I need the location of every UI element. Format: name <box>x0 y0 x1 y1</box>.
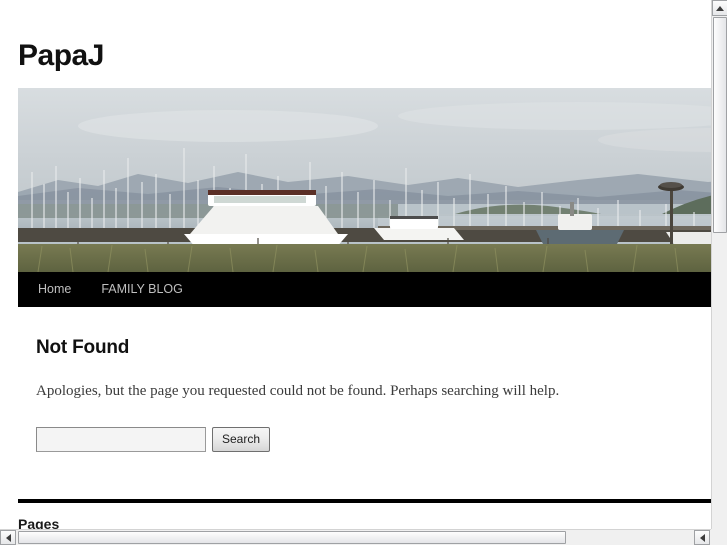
main-content: Not Found Apologies, but the page you re… <box>18 307 711 452</box>
primary-navigation[interactable]: Home FAMILY BLOG <box>18 272 711 307</box>
triangle-left-icon <box>5 533 11 542</box>
web-page: PapaJ A private <box>0 0 711 529</box>
site-header: PapaJ A private <box>0 0 711 92</box>
scroll-up-button[interactable] <box>712 0 727 16</box>
not-found-message: Apologies, but the page you requested co… <box>36 383 560 399</box>
site-title[interactable]: PapaJ <box>18 41 104 71</box>
nav-item-family-blog[interactable]: FAMILY BLOG <box>101 283 183 296</box>
browser-viewport: PapaJ A private <box>0 0 711 529</box>
search-form[interactable]: Search <box>36 426 711 452</box>
scrollbar-corner <box>711 529 727 545</box>
footer-divider <box>18 498 711 503</box>
page-title: Not Found <box>36 337 130 358</box>
nav-item-home[interactable]: Home <box>38 283 71 296</box>
vertical-scrollbar-thumb[interactable] <box>713 17 727 233</box>
vertical-scrollbar[interactable] <box>711 0 727 529</box>
horizontal-scrollbar-thumb[interactable] <box>18 531 566 544</box>
scroll-left-button-start[interactable] <box>0 530 16 545</box>
banner-image <box>18 88 711 272</box>
scroll-left-button[interactable] <box>694 530 710 545</box>
search-input[interactable] <box>36 426 206 452</box>
horizontal-scrollbar[interactable] <box>0 529 727 545</box>
triangle-left-icon-end <box>699 533 705 542</box>
search-submit-button[interactable]: Search <box>212 426 271 452</box>
footer-widget-heading: Pages <box>18 515 60 529</box>
marina-photo-illustration <box>18 88 711 272</box>
triangle-up-icon <box>716 5 724 11</box>
